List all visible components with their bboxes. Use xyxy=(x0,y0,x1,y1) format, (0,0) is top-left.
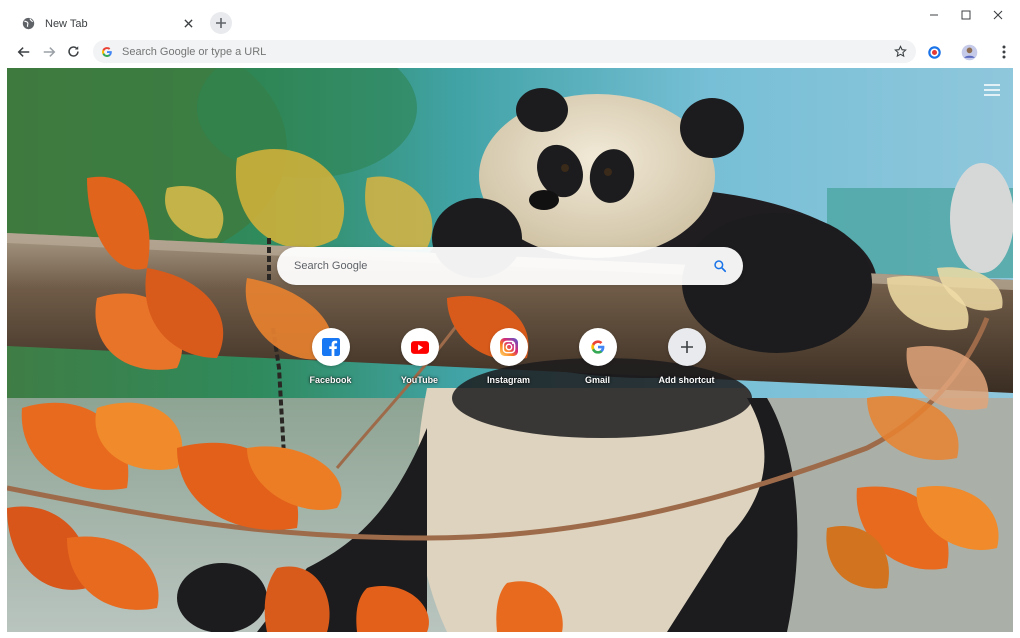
shortcut-tile xyxy=(400,328,439,366)
back-button[interactable] xyxy=(11,39,36,64)
customize-menu-button[interactable] xyxy=(982,80,1002,100)
minimize-icon xyxy=(930,14,938,16)
avatar-icon xyxy=(961,44,977,60)
shortcut-label: Instagram xyxy=(486,375,530,385)
shortcut-tile xyxy=(311,328,350,366)
youtube-icon xyxy=(410,340,429,354)
hamburger-menu-icon xyxy=(984,84,1000,96)
search-icon[interactable] xyxy=(711,257,729,275)
window-controls xyxy=(918,4,1014,26)
arrow-right-icon xyxy=(43,46,55,57)
tab-title: New Tab xyxy=(45,17,88,30)
close-window-button[interactable] xyxy=(982,4,1014,26)
shortcut-add[interactable]: Add shortcut xyxy=(642,328,731,385)
more-vertical-icon xyxy=(1002,45,1006,59)
shortcut-tile xyxy=(578,328,617,366)
instagram-icon xyxy=(499,338,518,356)
google-icon xyxy=(101,46,113,58)
shortcut-tile xyxy=(489,328,528,366)
reload-icon xyxy=(68,46,79,57)
maximize-button[interactable] xyxy=(950,4,982,26)
tab-strip: New Tab xyxy=(0,0,1020,40)
new-tab-page: Facebook YouTube Instagram xyxy=(7,68,1013,632)
omnibox[interactable] xyxy=(93,40,916,63)
reload-button[interactable] xyxy=(61,39,86,64)
close-icon[interactable] xyxy=(180,16,196,32)
plus-icon xyxy=(680,341,693,353)
omnibox-input[interactable] xyxy=(122,45,892,58)
arrow-left-icon xyxy=(17,46,29,57)
shortcut-instagram[interactable]: Instagram xyxy=(464,328,553,385)
toolbar-right-actions xyxy=(922,40,1016,64)
extension-icon[interactable] xyxy=(922,40,946,64)
new-tab-button[interactable] xyxy=(210,12,232,34)
bookmark-star-icon[interactable] xyxy=(892,44,908,60)
shortcut-gmail[interactable]: Gmail xyxy=(553,328,642,385)
maximize-icon xyxy=(961,10,971,20)
shortcut-label: Facebook xyxy=(309,375,352,385)
google-icon xyxy=(590,340,604,354)
shortcut-youtube[interactable]: YouTube xyxy=(375,328,464,385)
ntp-search-input[interactable] xyxy=(294,260,711,272)
globe-icon xyxy=(22,17,35,30)
close-icon xyxy=(993,10,1003,20)
menu-button[interactable] xyxy=(992,40,1016,64)
facebook-icon xyxy=(321,338,340,356)
browser-toolbar xyxy=(0,36,1020,67)
forward-button[interactable] xyxy=(36,39,61,64)
shortcut-label: Gmail xyxy=(584,375,610,385)
plus-icon xyxy=(216,18,226,28)
shortcut-label: Add shortcut xyxy=(658,375,715,385)
shortcut-label: YouTube xyxy=(400,375,439,385)
minimize-button[interactable] xyxy=(918,4,950,26)
shortcut-facebook[interactable]: Facebook xyxy=(286,328,375,385)
shortcuts-grid: Facebook YouTube Instagram Gmail Add sho… xyxy=(286,328,731,385)
ntp-search-box[interactable] xyxy=(277,247,743,285)
profile-avatar[interactable] xyxy=(957,40,981,64)
shortcut-tile xyxy=(667,328,706,366)
